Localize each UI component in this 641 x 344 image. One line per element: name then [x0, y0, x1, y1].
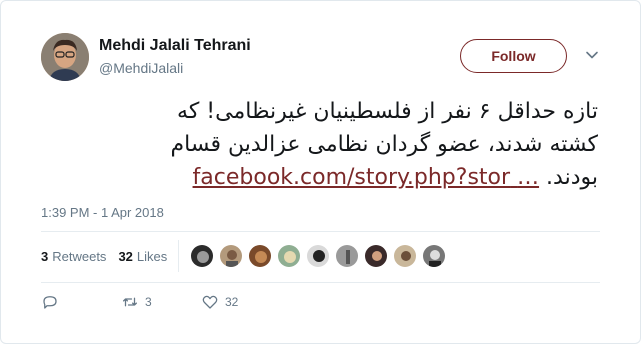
reply-icon	[43, 296, 57, 309]
liker-avatar-6[interactable]	[335, 244, 359, 268]
user-handle[interactable]: @MehdiJalali	[99, 60, 183, 76]
likes-count: 32	[118, 249, 133, 264]
tweet-link[interactable]: facebook.com/story.php?stor …	[193, 165, 540, 190]
tweet-line-1: تازه حداقل ۶ نفر از فلسطینیان غیرنظامی! …	[177, 99, 598, 124]
liker-avatar-9[interactable]	[422, 244, 446, 268]
avatar-image	[41, 33, 89, 81]
retweets-stat[interactable]: 3 Retweets	[41, 249, 106, 264]
heart-icon	[202, 295, 218, 309]
liker-avatar-3[interactable]	[248, 244, 272, 268]
retweet-count: 3	[145, 295, 152, 309]
tweet-line-3-text: بودند.	[546, 165, 598, 190]
retweets-count: 3	[41, 249, 49, 264]
tweet-stats: 3 Retweets 32 Likes	[41, 249, 179, 264]
divider	[41, 282, 600, 283]
liker-avatar-8[interactable]	[393, 244, 417, 268]
tweet-card: Mehdi Jalali Tehrani @MehdiJalali Follow…	[0, 0, 641, 344]
likes-label: Likes	[136, 249, 168, 264]
like-button[interactable]: 32	[201, 293, 281, 311]
tweet-line-3: بودند. facebook.com/story.php?stor …	[101, 161, 598, 194]
tweet-text: تازه حداقل ۶ نفر از فلسطینیان غیرنظامی! …	[101, 95, 598, 194]
divider	[41, 231, 600, 232]
retweets-label: Retweets	[52, 249, 107, 264]
likes-stat[interactable]: 32 Likes	[118, 249, 167, 264]
tweet-link-text: facebook.com/story.php?stor	[192, 165, 511, 190]
tweet-actions: 3 32	[41, 293, 281, 311]
avatar[interactable]	[41, 33, 89, 81]
like-count: 32	[225, 295, 239, 309]
follow-button[interactable]: Follow	[460, 39, 567, 73]
reply-button[interactable]	[41, 293, 121, 311]
liker-avatar-5[interactable]	[306, 244, 330, 268]
tweet-line-2: کشته شدند، عضو گردان نظامی عزالدین قسام	[170, 132, 598, 157]
liker-avatar-1[interactable]	[190, 244, 214, 268]
chevron-down-icon[interactable]	[585, 48, 599, 62]
liker-avatar-4[interactable]	[277, 244, 301, 268]
retweet-button[interactable]: 3	[121, 293, 201, 311]
tweet-link-ellipsis: …	[517, 165, 540, 190]
user-name[interactable]: Mehdi Jalali Tehrani	[99, 37, 251, 55]
liker-avatar-7[interactable]	[364, 244, 388, 268]
tweet-timestamp[interactable]: 1:39 PM - 1 Apr 2018	[41, 205, 164, 220]
retweet-icon	[122, 297, 138, 307]
likers-avatars	[190, 244, 451, 268]
divider	[178, 240, 179, 272]
liker-avatar-2[interactable]	[219, 244, 243, 268]
